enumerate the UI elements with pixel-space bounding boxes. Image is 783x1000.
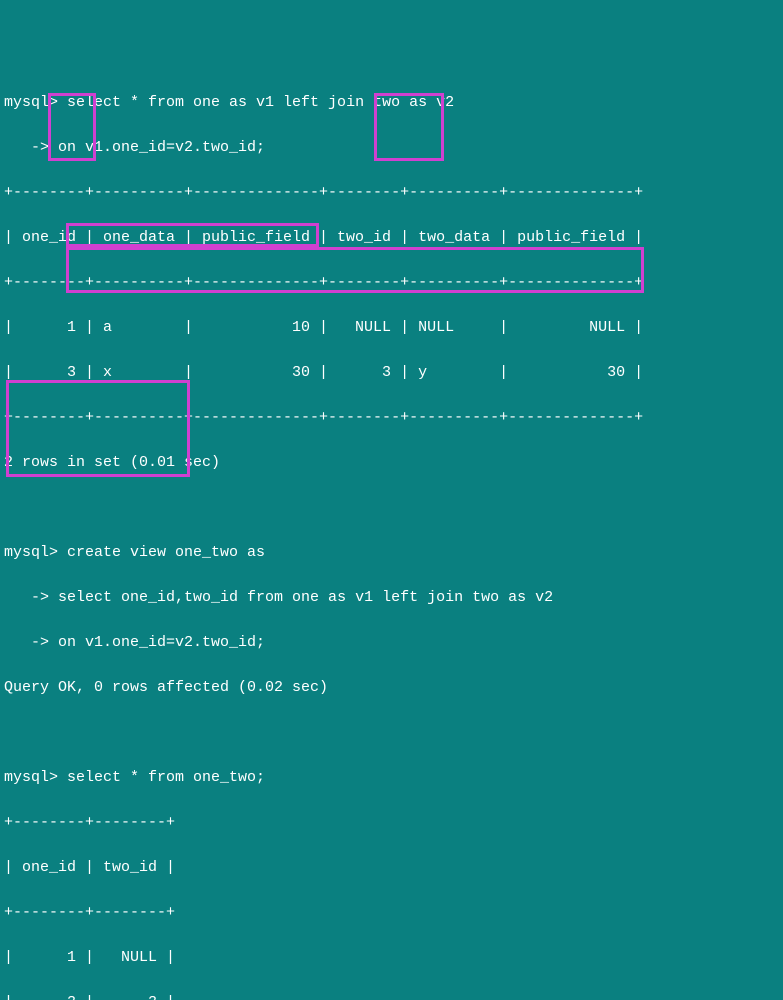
table1-border-bot: +--------+----------+--------------+----… — [4, 407, 779, 430]
blank1 — [4, 497, 779, 520]
table2-header: | one_id | two_id | — [4, 857, 779, 880]
blank2 — [4, 722, 779, 745]
table1-row2: | 3 | x | 30 | 3 | y | 30 | — [4, 362, 779, 385]
table1-border-mid: +--------+----------+--------------+----… — [4, 272, 779, 295]
query1-line1: mysql> select * from one as v1 left join… — [4, 92, 779, 115]
query1-line2: -> on v1.one_id=v2.two_id; — [4, 137, 779, 160]
table2-row2: | 3 | 3 | — [4, 992, 779, 1000]
table2-border-top: +--------+--------+ — [4, 812, 779, 835]
query2-line3: -> on v1.one_id=v2.two_id; — [4, 632, 779, 655]
table1-header: | one_id | one_data | public_field | two… — [4, 227, 779, 250]
table1-border-top: +--------+----------+--------------+----… — [4, 182, 779, 205]
table1-result: 2 rows in set (0.01 sec) — [4, 452, 779, 475]
query2-line1: mysql> create view one_two as — [4, 542, 779, 565]
query3-line1: mysql> select * from one_two; — [4, 767, 779, 790]
table1-row1: | 1 | a | 10 | NULL | NULL | NULL | — [4, 317, 779, 340]
query2-line2: -> select one_id,two_id from one as v1 l… — [4, 587, 779, 610]
table2-border-mid: +--------+--------+ — [4, 902, 779, 925]
query2-result: Query OK, 0 rows affected (0.02 sec) — [4, 677, 779, 700]
continuation-prompt: -> — [4, 139, 49, 156]
table2-row1: | 1 | NULL | — [4, 947, 779, 970]
mysql-prompt: mysql> — [4, 94, 58, 111]
